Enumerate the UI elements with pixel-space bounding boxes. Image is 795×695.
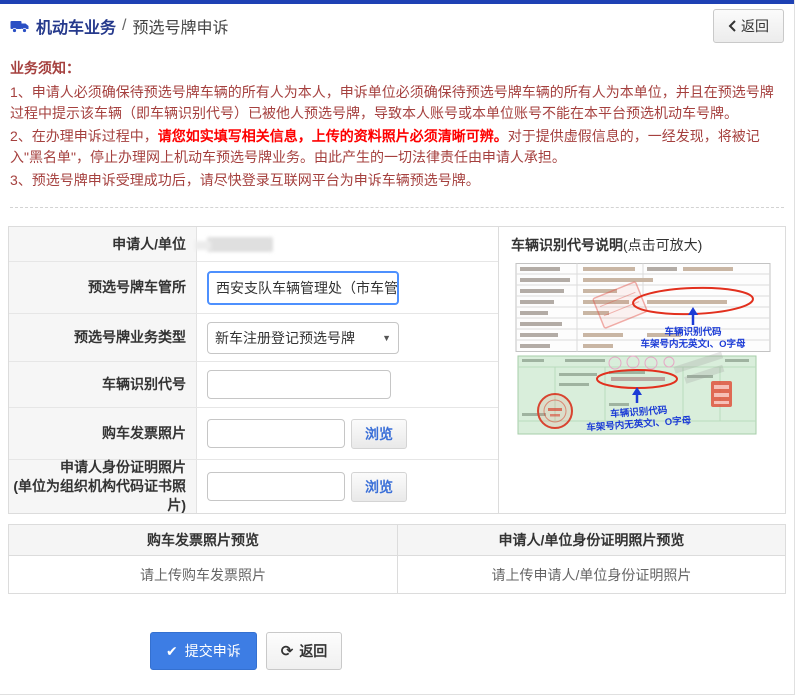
- invoice-photo-label: 购车发票照片: [9, 408, 197, 459]
- return-button-bottom[interactable]: ⟳ 返回: [266, 632, 343, 670]
- back-button-label: 返回: [741, 16, 769, 36]
- notice-item-3: 3、预选号牌申诉受理成功后，请尽快登录互联网平台为申诉车辆预选号牌。: [10, 170, 784, 191]
- notice-item-2-emphasis: 请您如实填写相关信息，上传的资料照片必须清晰可辨。: [158, 128, 508, 144]
- id-preview-header: 申请人/单位身份证明照片预览: [397, 525, 785, 555]
- round-stamp: [538, 394, 572, 428]
- notice-item-2: 2、在办理申诉过程中，请您如实填写相关信息，上传的资料照片必须清晰可辨。对于提供…: [10, 126, 784, 168]
- preview-header-row: 购车发票照片预览 申请人/单位身份证明照片预览: [9, 525, 785, 556]
- submit-appeal-label: 提交申诉: [185, 641, 241, 661]
- invoice-preview-header: 购车发票照片预览: [9, 525, 397, 555]
- invoice-preview-placeholder: 请上传购车发票照片: [9, 556, 397, 593]
- id-photo-label-line2: (单位为组织机构代码证书照片): [13, 477, 186, 515]
- page-header: 机动车业务 / 预选号牌申诉 返回: [0, 4, 794, 48]
- back-button-top[interactable]: 返回: [713, 9, 784, 43]
- certificate-top: 车辆识别代码 车架号内无英文I、O字母: [516, 264, 770, 352]
- row-office: 预选号牌车管所 西安支队车辆管理处（市车管所 ▼: [9, 261, 498, 313]
- vin-note-line2-top: 车架号内无英文I、O字母: [640, 338, 746, 350]
- chevron-down-icon: ▼: [382, 333, 391, 343]
- submit-appeal-button[interactable]: ✔ 提交申诉: [150, 632, 257, 670]
- business-notice: 业务须知： 1、申请人必须确保待预选号牌车辆的所有人为本人，申诉单位必须确保待预…: [10, 58, 784, 208]
- row-business-type: 预选号牌业务类型 新车注册登记预选号牌 ▼: [9, 313, 498, 361]
- notice-title: 业务须知：: [10, 58, 784, 79]
- notice-item-1: 1、申请人必须确保待预选号牌车辆的所有人为本人，申诉单位必须确保待预选号牌车辆的…: [10, 82, 784, 124]
- appeal-form-panel: 申请人/单位 预选号牌车管所 西安支队车辆管理处（市车管所 ▼ 预选号牌业务类型…: [8, 226, 786, 514]
- vin-label: 车辆识别代号: [9, 362, 197, 407]
- row-vin: 车辆识别代号: [9, 361, 498, 407]
- business-type-select[interactable]: 新车注册登记预选号牌 ▼: [207, 322, 399, 354]
- row-invoice-photo: 购车发票照片 浏览: [9, 407, 498, 459]
- breadcrumb-section[interactable]: 机动车业务: [36, 14, 116, 38]
- row-applicant: 申请人/单位: [9, 227, 498, 261]
- breadcrumb-separator: /: [122, 17, 126, 35]
- applicant-value-redacted: [207, 237, 273, 252]
- id-photo-label: 申请人身份证明照片 (单位为组织机构代码证书照片): [9, 460, 197, 513]
- row-id-photo: 申请人身份证明照片 (单位为组织机构代码证书照片) 浏览: [9, 459, 498, 513]
- square-stamp: [711, 381, 732, 407]
- invoice-browse-button[interactable]: 浏览: [351, 419, 407, 449]
- business-type-label: 预选号牌业务类型: [9, 314, 197, 361]
- return-button-label: 返回: [299, 641, 327, 661]
- certificate-bottom: 车辆识别代码 车架号内无英文I、O字母: [518, 351, 756, 434]
- id-photo-label-line1: 申请人身份证明照片: [60, 458, 186, 477]
- id-photo-file-input[interactable]: [207, 472, 345, 501]
- applicant-label: 申请人/单位: [9, 227, 197, 261]
- breadcrumb-current: 预选号牌申诉: [132, 14, 228, 38]
- business-type-select-value: 新车注册登记预选号牌: [215, 328, 355, 348]
- preview-body-row: 请上传购车发票照片 请上传申请人/单位身份证明照片: [9, 556, 785, 593]
- office-label: 预选号牌车管所: [9, 262, 197, 313]
- vin-explanation-title: 车辆识别代号说明(点击可放大): [511, 235, 773, 255]
- breadcrumb: 机动车业务 / 预选号牌申诉: [10, 14, 228, 38]
- vin-explanation-image[interactable]: 车辆识别代码 车架号内无英文I、O字母: [515, 263, 773, 443]
- photo-preview-table: 购车发票照片预览 申请人/单位身份证明照片预览 请上传购车发票照片 请上传申请人…: [8, 524, 786, 594]
- truck-icon: [10, 19, 30, 34]
- office-select[interactable]: 西安支队车辆管理处（市车管所 ▼: [207, 271, 399, 305]
- invoice-photo-file-input[interactable]: [207, 419, 345, 448]
- check-icon: ✔: [166, 643, 178, 660]
- form-fields: 申请人/单位 预选号牌车管所 西安支队车辆管理处（市车管所 ▼ 预选号牌业务类型…: [9, 227, 498, 513]
- chevron-left-icon: [728, 20, 736, 32]
- vin-explanation-title-text: 车辆识别代号说明: [511, 237, 623, 253]
- refresh-icon: ⟳: [281, 642, 294, 660]
- vin-explanation-panel: 车辆识别代号说明(点击可放大): [498, 227, 785, 513]
- form-actions: ✔ 提交申诉 ⟳ 返回: [150, 632, 794, 670]
- vin-note-line1-top: 车辆识别代码: [664, 326, 722, 338]
- vin-explanation-title-hint: (点击可放大): [623, 237, 702, 253]
- notice-item-2-prefix: 2、在办理申诉过程中，: [10, 128, 158, 144]
- vin-input[interactable]: [207, 370, 391, 399]
- office-select-value: 西安支队车辆管理处（市车管所: [216, 278, 399, 298]
- id-browse-button[interactable]: 浏览: [351, 472, 407, 502]
- id-preview-placeholder: 请上传申请人/单位身份证明照片: [397, 556, 785, 593]
